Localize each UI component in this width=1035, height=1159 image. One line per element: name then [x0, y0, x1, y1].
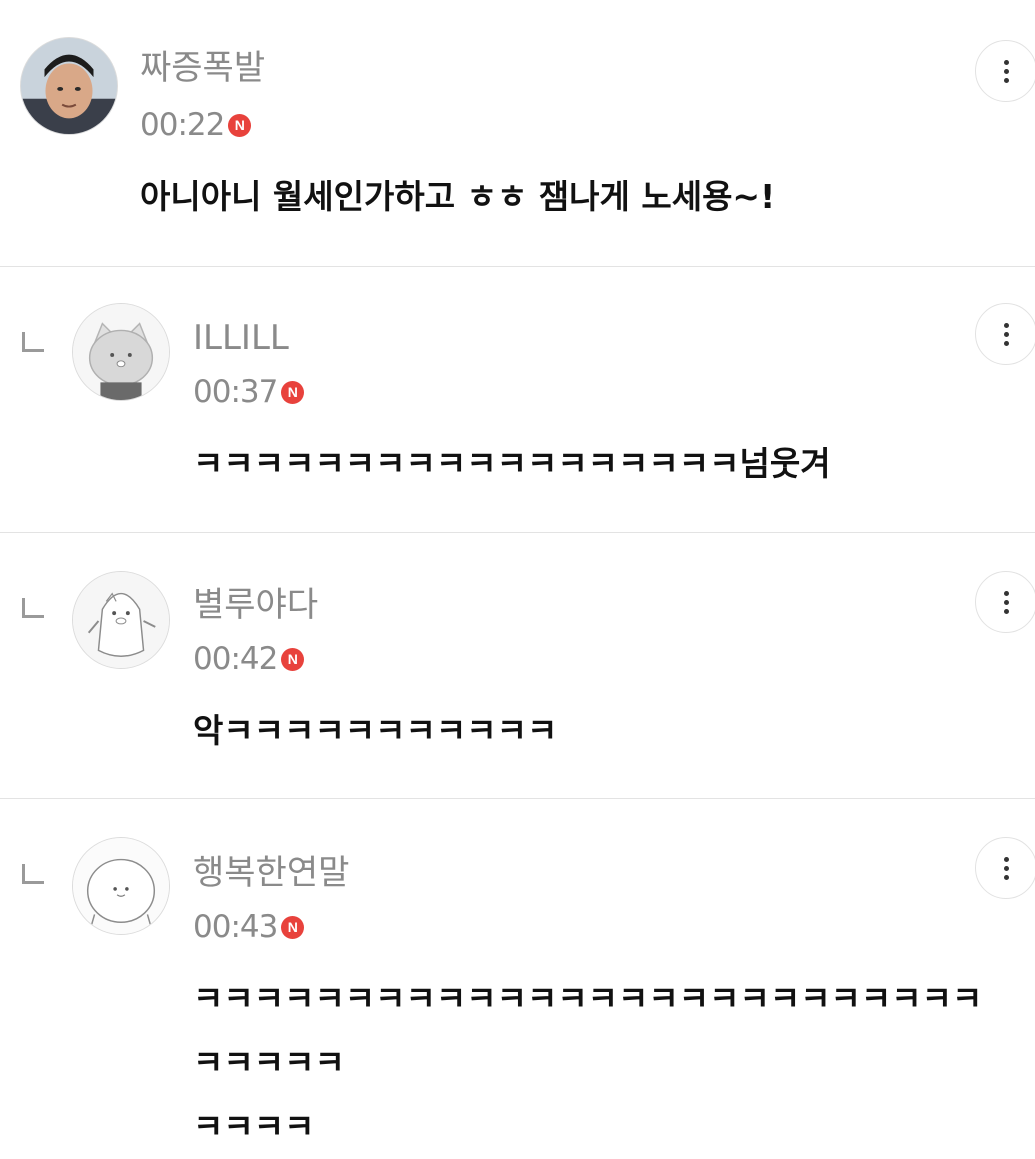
- new-badge-icon: N: [228, 113, 252, 137]
- avatar[interactable]: [72, 571, 170, 669]
- timestamp-row: 00:22 N: [140, 105, 252, 145]
- avatar[interactable]: [72, 303, 170, 401]
- timestamp: 00:43: [193, 909, 278, 945]
- more-vertical-icon[interactable]: [975, 837, 1035, 899]
- round-character-icon: [73, 838, 169, 934]
- user-photo-icon: [21, 38, 117, 134]
- new-badge-icon: N: [281, 380, 305, 404]
- comment-text: ㅋㅋㅋㅋㅋㅋㅋㅋㅋㅋㅋㅋㅋㅋㅋㅋㅋㅋㅋㅋㅋㅋㅋㅋㅋㅋㅋㅋㅋㅋㅋ ㅋㅋㅋㅋ: [193, 979, 983, 1146]
- comment-text: 아니아니 월세인가하고 ㅎㅎ 잼나게 노세용~!: [140, 177, 776, 216]
- username[interactable]: ILLILL: [193, 318, 289, 358]
- comment-text: 악ㅋㅋㅋㅋㅋㅋㅋㅋㅋㅋㅋ: [193, 711, 558, 750]
- reply-item: 별루야다 00:42 N 악ㅋㅋㅋㅋㅋㅋㅋㅋㅋㅋㅋ: [0, 533, 1035, 798]
- more-vertical-icon[interactable]: [975, 571, 1035, 633]
- timestamp-row: 00:42 N: [193, 639, 305, 679]
- timestamp-row: 00:43 N: [193, 907, 305, 947]
- username[interactable]: 행복한연말: [193, 853, 349, 893]
- reply-item: 행복한연말 00:43 N ㅋㅋㅋㅋㅋㅋㅋㅋㅋㅋㅋㅋㅋㅋㅋㅋㅋㅋㅋㅋㅋㅋㅋㅋㅋㅋ…: [0, 799, 1035, 1146]
- username[interactable]: 별루야다: [193, 585, 318, 625]
- avatar[interactable]: [72, 837, 170, 935]
- more-vertical-icon[interactable]: [975, 303, 1035, 365]
- cat-character-icon: [73, 304, 169, 400]
- more-vertical-icon[interactable]: [975, 40, 1035, 102]
- comment-item: 짜증폭발 00:22 N 아니아니 월세인가하고 ㅎㅎ 잼나게 노세용~!: [0, 0, 1035, 266]
- username[interactable]: 짜증폭발: [140, 48, 265, 88]
- new-badge-icon: N: [281, 647, 305, 671]
- avatar[interactable]: [20, 37, 118, 135]
- new-badge-icon: N: [281, 915, 305, 939]
- timestamp-row: 00:37 N: [193, 372, 305, 412]
- reply-arrow-icon: [22, 598, 44, 618]
- timestamp: 00:37: [193, 374, 278, 410]
- reply-arrow-icon: [22, 332, 44, 352]
- timestamp: 00:22: [140, 107, 225, 143]
- timestamp: 00:42: [193, 641, 278, 677]
- comment-text: ㅋㅋㅋㅋㅋㅋㅋㅋㅋㅋㅋㅋㅋㅋㅋㅋㅋㅋ넘웃겨: [193, 444, 831, 483]
- reply-arrow-icon: [22, 864, 44, 884]
- reply-item: ILLILL 00:37 N ㅋㅋㅋㅋㅋㅋㅋㅋㅋㅋㅋㅋㅋㅋㅋㅋㅋㅋ넘웃겨: [0, 267, 1035, 532]
- penguin-character-icon: [73, 572, 169, 668]
